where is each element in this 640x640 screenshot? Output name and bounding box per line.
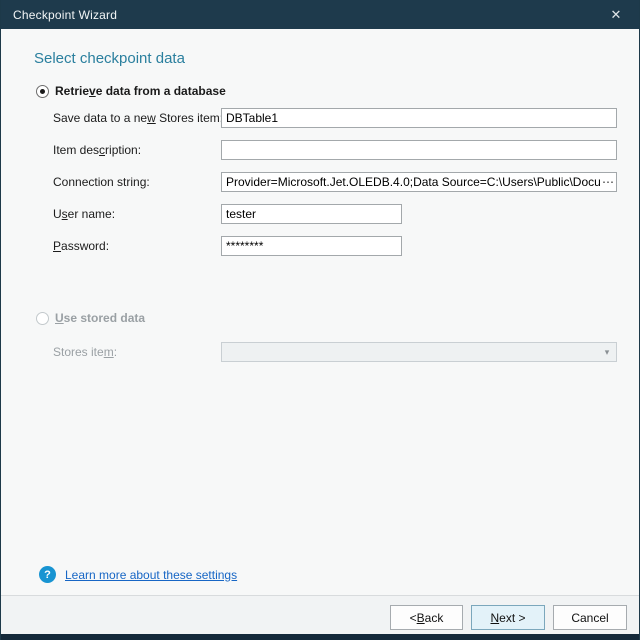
connection-string-field[interactable]: Provider=Microsoft.Jet.OLEDB.4.0;Data So… (221, 172, 617, 192)
item-description-input[interactable] (221, 140, 617, 160)
radio-retrieve-data[interactable]: Retrieve data from a database (36, 84, 226, 98)
window-bottom-border (1, 634, 639, 640)
stores-item-combobox: ▾ (221, 342, 617, 362)
user-name-input[interactable] (221, 204, 402, 224)
back-button[interactable]: < Back (390, 605, 463, 630)
stores-item-new-label: Save data to a new Stores item: (53, 108, 223, 128)
password-label: Password: (53, 236, 109, 256)
browse-ellipsis-button[interactable]: ⋯ (600, 173, 616, 191)
cancel-button[interactable]: Cancel (553, 605, 627, 630)
checkpoint-wizard-dialog: Checkpoint Wizard ✕ Select checkpoint da… (0, 0, 640, 640)
help-row: ? Learn more about these settings (39, 566, 237, 583)
stores-item-new-input[interactable] (221, 108, 617, 128)
footer-bar: < Back Next > Cancel (1, 595, 639, 634)
learn-more-link[interactable]: Learn more about these settings (65, 568, 237, 582)
stores-item-label: Stores item: (53, 342, 117, 362)
radio-retrieve-label: Retrieve data from a database (55, 84, 226, 98)
item-description-label: Item description: (53, 140, 141, 160)
user-name-label: User name: (53, 204, 115, 224)
password-input[interactable] (221, 236, 402, 256)
help-icon[interactable]: ? (39, 566, 56, 583)
radio-unselected-icon[interactable] (36, 312, 49, 325)
page-title: Select checkpoint data (34, 50, 185, 67)
close-icon[interactable]: ✕ (601, 0, 631, 29)
next-button[interactable]: Next > (471, 605, 545, 630)
title-bar: Checkpoint Wizard ✕ (1, 0, 639, 29)
window-title: Checkpoint Wizard (1, 8, 117, 22)
radio-stored-label: Use stored data (55, 311, 145, 325)
connection-string-value: Provider=Microsoft.Jet.OLEDB.4.0;Data So… (222, 175, 600, 189)
connection-string-label: Connection string: (53, 172, 150, 192)
radio-selected-icon[interactable] (36, 85, 49, 98)
radio-use-stored-data[interactable]: Use stored data (36, 311, 145, 325)
chevron-down-icon: ▾ (598, 347, 616, 358)
